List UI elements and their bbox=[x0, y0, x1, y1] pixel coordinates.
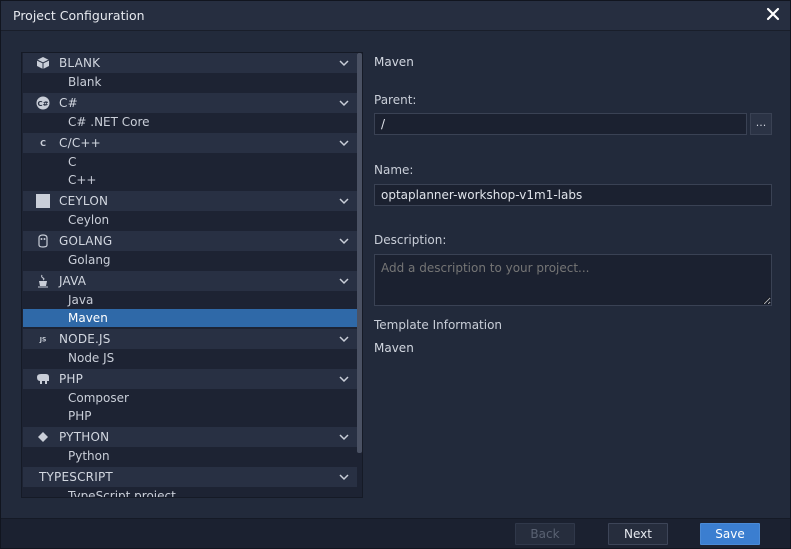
parent-input[interactable] bbox=[374, 113, 747, 135]
parent-label: Parent: bbox=[374, 93, 417, 107]
chevron-down-icon[interactable] bbox=[339, 335, 349, 343]
back-button[interactable]: Back bbox=[515, 523, 575, 545]
category-label: CEYLON bbox=[59, 194, 109, 208]
tree-item-composer[interactable]: Composer bbox=[23, 389, 357, 407]
tree-item-ceylon[interactable]: Ceylon bbox=[23, 211, 357, 229]
dialog-title: Project Configuration bbox=[13, 8, 145, 23]
tree-item-c[interactable]: C bbox=[23, 153, 357, 171]
tree-item-csharp-net-core[interactable]: C# .NET Core bbox=[23, 113, 357, 131]
chevron-down-icon[interactable] bbox=[339, 99, 349, 107]
tree-item-label: C# .NET Core bbox=[68, 115, 150, 129]
chevron-down-icon[interactable] bbox=[339, 433, 349, 441]
category-blank[interactable]: BLANK bbox=[23, 53, 357, 73]
category-python[interactable]: PYTHON bbox=[23, 427, 357, 447]
category-typescript[interactable]: TYPESCRIPT bbox=[23, 467, 357, 487]
tree-item-typescript-project[interactable]: TypeScript project bbox=[23, 487, 357, 498]
category-label: JAVA bbox=[59, 274, 87, 288]
tree-item-label: Python bbox=[68, 449, 110, 463]
chevron-down-icon[interactable] bbox=[339, 197, 349, 205]
category-label: PHP bbox=[59, 372, 84, 386]
browse-button[interactable]: ... bbox=[750, 113, 772, 135]
category-label: C# bbox=[59, 96, 78, 110]
chevron-down-icon[interactable] bbox=[339, 277, 349, 285]
cube-icon bbox=[36, 57, 50, 69]
coffee-icon bbox=[38, 274, 48, 288]
name-input[interactable] bbox=[374, 184, 772, 206]
category-label: GOLANG bbox=[59, 234, 113, 248]
category-php[interactable]: PHP bbox=[23, 369, 357, 389]
tree-item-label: TypeScript project bbox=[68, 489, 176, 498]
tree-item-label: Blank bbox=[68, 75, 102, 89]
description-label: Description: bbox=[374, 233, 447, 247]
title-bar: Project Configuration bbox=[1, 1, 790, 31]
category-java[interactable]: JAVA bbox=[23, 271, 357, 291]
chevron-down-icon[interactable] bbox=[339, 237, 349, 245]
chevron-down-icon[interactable] bbox=[339, 139, 349, 147]
tree-item-label: C bbox=[68, 155, 77, 169]
category-label: C/C++ bbox=[59, 136, 101, 150]
tree-item-cpp[interactable]: C++ bbox=[23, 171, 357, 189]
next-button[interactable]: Next bbox=[608, 523, 668, 545]
tree-item-golang[interactable]: Golang bbox=[23, 251, 357, 269]
svg-text:JS: JS bbox=[39, 337, 47, 344]
chevron-down-icon[interactable] bbox=[339, 473, 349, 481]
tree-item-maven[interactable]: Maven bbox=[23, 309, 357, 327]
project-configuration-dialog: Project Configuration BLANK Blank C# C# … bbox=[0, 0, 791, 549]
template-info-value: Maven bbox=[374, 341, 414, 355]
tree-item-label: Maven bbox=[68, 311, 108, 325]
tree-item-label: C++ bbox=[68, 173, 97, 187]
category-nodejs[interactable]: JS NODE.JS bbox=[23, 329, 357, 349]
category-c-cpp[interactable]: C C/C++ bbox=[23, 133, 357, 153]
selected-template-heading: Maven bbox=[374, 55, 414, 69]
category-label: BLANK bbox=[59, 56, 101, 70]
save-button[interactable]: Save bbox=[700, 523, 760, 545]
tree-item-label: Golang bbox=[68, 253, 111, 267]
name-label: Name: bbox=[374, 163, 414, 177]
dialog-footer bbox=[1, 518, 790, 548]
csharp-icon: C# bbox=[36, 96, 50, 110]
chevron-down-icon[interactable] bbox=[339, 59, 349, 67]
ceylon-icon bbox=[36, 194, 50, 208]
project-type-tree[interactable]: BLANK Blank C# C# C# .NET Core C C/C++ C… bbox=[21, 52, 363, 498]
category-golang[interactable]: GOLANG bbox=[23, 231, 357, 251]
tree-item-label: Node JS bbox=[68, 351, 115, 365]
tree-item-label: Ceylon bbox=[68, 213, 110, 227]
gopher-icon bbox=[38, 234, 48, 248]
tree-item-label: Java bbox=[68, 293, 94, 307]
tree-scrollbar[interactable] bbox=[357, 53, 362, 453]
python-icon bbox=[38, 432, 48, 442]
category-ceylon[interactable]: CEYLON bbox=[23, 191, 357, 211]
tree-item-nodejs[interactable]: Node JS bbox=[23, 349, 357, 367]
category-label: NODE.JS bbox=[59, 332, 111, 346]
tree-item-java[interactable]: Java bbox=[23, 291, 357, 309]
tree-item-label: PHP bbox=[68, 409, 92, 423]
tree-item-label: Composer bbox=[68, 391, 129, 405]
svg-text:C#: C# bbox=[37, 100, 48, 108]
tree-item-blank[interactable]: Blank bbox=[23, 73, 357, 91]
category-label: TYPESCRIPT bbox=[39, 470, 113, 484]
tree-item-python[interactable]: Python bbox=[23, 447, 357, 465]
c-icon: C bbox=[40, 139, 46, 148]
description-textarea[interactable] bbox=[374, 254, 772, 306]
chevron-down-icon[interactable] bbox=[339, 375, 349, 383]
close-icon[interactable] bbox=[766, 7, 780, 21]
elephant-icon bbox=[37, 374, 49, 384]
category-csharp[interactable]: C# C# bbox=[23, 93, 357, 113]
template-info-label: Template Information bbox=[374, 318, 503, 332]
category-label: PYTHON bbox=[59, 430, 110, 444]
svg-text:C: C bbox=[40, 139, 46, 148]
nodejs-icon: JS bbox=[39, 337, 47, 344]
tree-item-php[interactable]: PHP bbox=[23, 407, 357, 425]
